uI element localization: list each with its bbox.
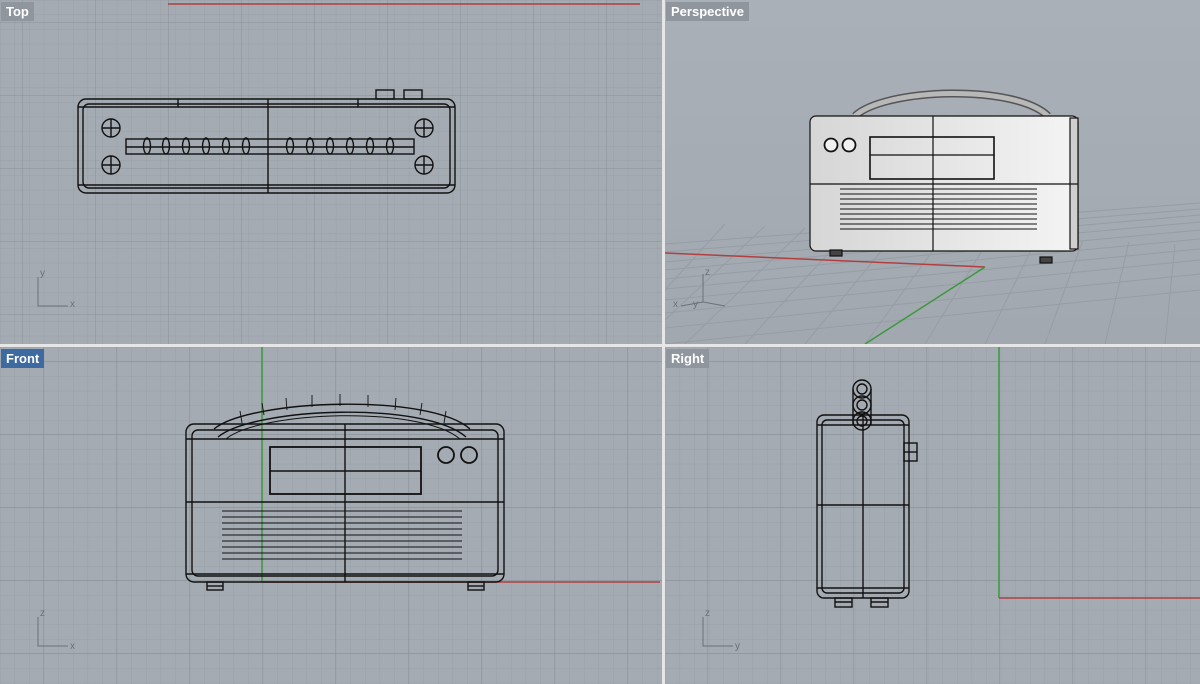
axis-label-v: z — [705, 608, 710, 619]
axis-label-v: y — [40, 268, 45, 279]
viewport-top-canvas[interactable]: y x — [0, 0, 662, 344]
grid-major — [665, 347, 1200, 684]
viewport-front-canvas[interactable]: z x — [0, 347, 662, 684]
axis-label-h: y — [735, 641, 740, 652]
viewport-right-canvas[interactable]: z y — [665, 347, 1200, 684]
axis-label-v: z — [705, 267, 710, 278]
radio-perspective-view[interactable] — [809, 89, 1079, 264]
viewport-right[interactable]: z y Right — [665, 347, 1200, 684]
viewport-perspective-canvas[interactable]: z x y — [665, 0, 1200, 344]
viewport-perspective[interactable]: z x y Perspective — [665, 0, 1200, 344]
viewport-front[interactable]: z x Front — [0, 347, 662, 684]
axis-label-v: z — [40, 608, 45, 619]
viewport-top[interactable]: y x Top — [0, 0, 662, 344]
viewport-title-front[interactable]: Front — [1, 349, 45, 368]
axis-label-h2: y — [693, 299, 698, 310]
grid-major — [0, 0, 662, 344]
axis-label-h1: x — [673, 299, 678, 310]
axis-label-h: x — [70, 299, 75, 310]
viewport-title-top[interactable]: Top — [1, 2, 34, 21]
axis-label-h: x — [70, 641, 75, 652]
viewport-title-right[interactable]: Right — [666, 349, 710, 368]
viewport-title-perspective[interactable]: Perspective — [666, 2, 749, 21]
grid-major — [0, 347, 662, 684]
